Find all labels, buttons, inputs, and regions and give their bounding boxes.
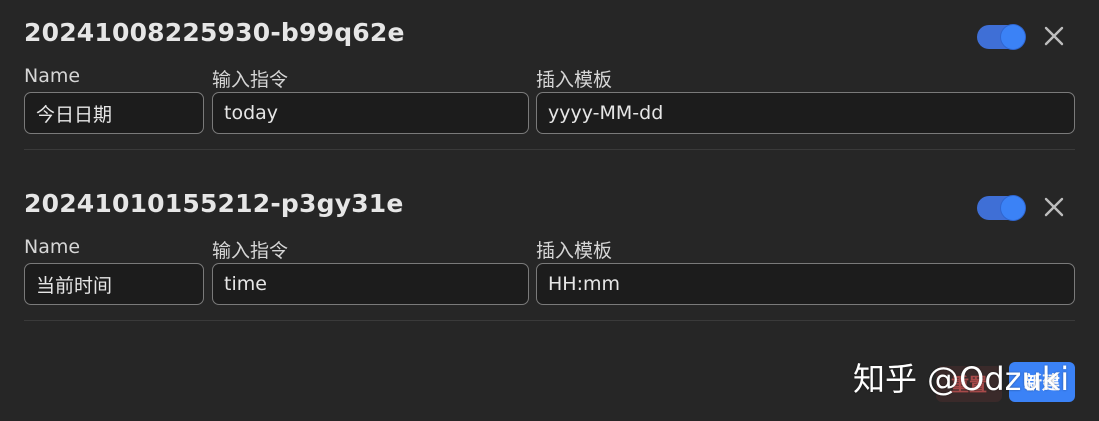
template-label: 插入模板 — [536, 240, 613, 262]
divider — [24, 149, 1075, 150]
divider — [24, 320, 1075, 321]
toggle-knob — [1001, 25, 1025, 49]
name-label: Name — [24, 236, 81, 258]
reset-button[interactable]: 重置 — [936, 366, 1002, 402]
snippet-card: 20241008225930-b99q62e Name 输入指令 插入模板 — [24, 18, 1075, 152]
new-button[interactable]: 新建 — [1009, 362, 1075, 402]
snippet-settings-panel: 20241008225930-b99q62e Name 输入指令 插入模板 20… — [0, 0, 1099, 421]
template-label: 插入模板 — [536, 69, 613, 91]
enable-toggle[interactable] — [977, 196, 1025, 220]
template-input[interactable] — [536, 92, 1075, 134]
close-icon[interactable] — [1041, 23, 1067, 49]
name-input[interactable] — [24, 92, 204, 134]
command-input[interactable] — [212, 263, 529, 305]
template-input[interactable] — [536, 263, 1075, 305]
snippet-id: 20241010155212-p3gy31e — [24, 189, 404, 218]
command-input[interactable] — [212, 92, 529, 134]
name-label: Name — [24, 65, 81, 87]
snippet-id: 20241008225930-b99q62e — [24, 18, 405, 47]
toggle-knob — [1001, 196, 1025, 220]
enable-toggle[interactable] — [977, 25, 1025, 49]
close-icon[interactable] — [1041, 194, 1067, 220]
snippet-card: 20241010155212-p3gy31e Name 输入指令 插入模板 — [24, 189, 1075, 323]
command-label: 输入指令 — [212, 240, 289, 262]
command-label: 输入指令 — [212, 69, 289, 91]
name-input[interactable] — [24, 263, 204, 305]
